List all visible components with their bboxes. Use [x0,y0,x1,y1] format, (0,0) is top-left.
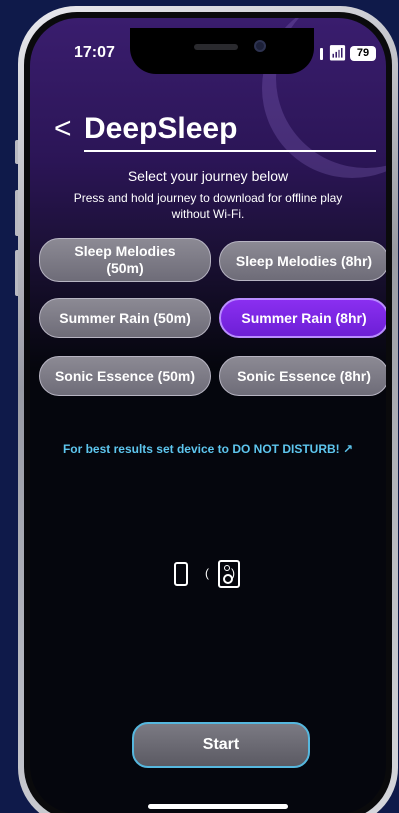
speaker-icon[interactable] [218,560,240,588]
status-time: 17:07 [74,44,115,61]
front-camera [254,40,266,52]
speaker-tweeter [224,565,230,571]
wifi-icon: 📶︎ [328,45,348,62]
dynamic-island [130,28,314,74]
battery-icon: 79 [350,46,376,61]
signal-icon [320,48,323,60]
instruction-heading: Select your journey below [127,168,289,184]
back-chevron-icon[interactable]: < [54,112,72,146]
earpiece [194,44,238,50]
phone-bezel: 17:07 📶︎ 79 < DeepSleep Select your jour… [24,12,392,813]
title-underline [84,150,376,152]
device-connection-icons: () [30,560,386,596]
header: < DeepSleep [50,112,376,152]
journey-sleep-melodies-50m-button[interactable]: Sleep Melodies (50m) [39,238,211,282]
app-screen: 17:07 📶︎ 79 < DeepSleep Select your jour… [30,18,386,813]
instruction-detail: Press and hold journey to download for o… [73,191,343,221]
page-title: DeepSleep [84,112,238,145]
status-bar: 17:07 📶︎ 79 [30,28,386,74]
journey-summer-rain-50m-button[interactable]: Summer Rain (50m) [39,298,211,338]
journey-summer-rain-8hr-button[interactable]: Summer Rain (8hr) [219,298,386,338]
phone-connect-icon[interactable] [174,562,188,586]
phone-frame: 17:07 📶︎ 79 < DeepSleep Select your jour… [18,6,398,813]
journey-sonic-essence-8hr-button[interactable]: Sonic Essence (8hr) [219,356,386,396]
speaker-woofer [223,574,233,584]
journey-sleep-melodies-8hr-button[interactable]: Sleep Melodies (8hr) [219,241,386,281]
do-not-disturb-link[interactable]: For best results set device to DO NOT DI… [60,442,356,456]
start-button[interactable]: Start [132,722,310,768]
home-indicator[interactable] [148,804,288,809]
journey-sonic-essence-50m-button[interactable]: Sonic Essence (50m) [39,356,211,396]
